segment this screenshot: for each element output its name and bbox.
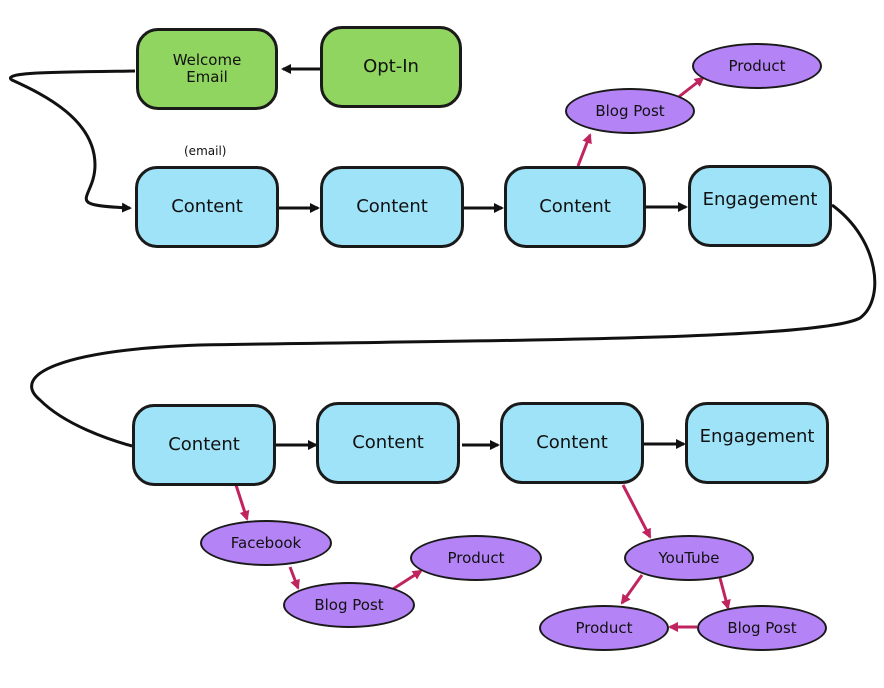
opt-in-node: Opt-In <box>320 26 462 108</box>
edge-r2-content-to-facebook <box>234 484 250 521</box>
row2-content-node-3: Content <box>500 402 644 484</box>
email-note: (email) <box>184 144 227 158</box>
row1-product-node: Product <box>692 43 822 89</box>
row2-engagement-node: Engagement <box>685 402 829 484</box>
row2-blog-post-node-a: Blog Post <box>283 582 415 628</box>
row2-facebook-node: Facebook <box>200 520 332 566</box>
row2-product-node-a: Product <box>410 535 542 581</box>
edge-r2-facebook-to-blogpost <box>288 566 300 590</box>
edge-welcome-to-content <box>8 69 136 213</box>
row1-content-node-1: Content <box>135 166 279 248</box>
edge-youtube-to-blogpost <box>718 577 731 610</box>
row2-youtube-node: YouTube <box>624 535 754 581</box>
funnel-diagram: Welcome Email Opt-In (email) Content Cont… <box>0 0 884 688</box>
row2-content-node-2: Content <box>316 402 460 484</box>
row2-product-node-b: Product <box>539 605 669 651</box>
row1-content-node-3: Content <box>504 166 646 248</box>
row2-blog-post-node-b: Blog Post <box>697 605 827 651</box>
welcome-email-node: Welcome Email <box>136 28 278 110</box>
edge-youtube-to-product <box>620 574 644 605</box>
row1-content-node-2: Content <box>320 166 464 248</box>
row1-blog-post-node: Blog Post <box>565 88 695 134</box>
row1-engagement-node: Engagement <box>688 165 832 247</box>
edge-r1-content-to-blogpost <box>576 133 592 167</box>
edge-r2-content-to-youtube <box>621 484 652 539</box>
row2-content-node-1: Content <box>132 404 276 486</box>
edge-r2-blogpost-to-product <box>392 569 423 591</box>
